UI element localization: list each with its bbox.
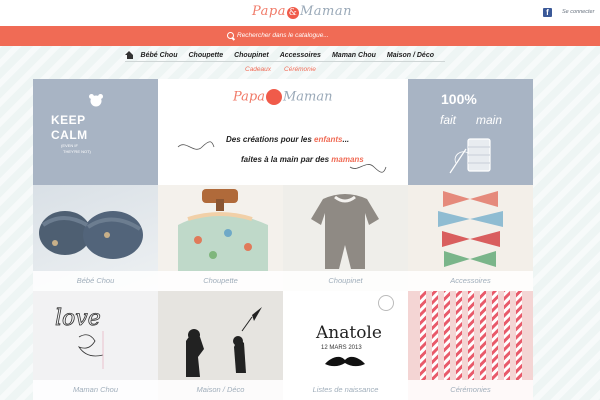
category-tile-maison-deco[interactable]: Maison / Déco — [158, 291, 283, 400]
category-tile-bebe-chou[interactable]: Bébé Chou — [33, 185, 158, 291]
hero-bear-icon — [266, 89, 282, 105]
silhouette-decal-image — [186, 307, 262, 377]
main-nav: Bébé Chou Choupette Choupinet Accessoire… — [0, 46, 600, 62]
logo-maman: Maman — [300, 4, 353, 19]
fait-main-tile: 100% fait main — [408, 79, 533, 185]
home-icon[interactable] — [125, 50, 133, 60]
tagline-line2: faites à la main par des mamans — [241, 155, 364, 164]
nav-item-maison-deco[interactable]: Maison / Déco — [387, 52, 434, 59]
logo-papa: Papa — [252, 4, 286, 19]
facebook-icon[interactable]: f — [543, 8, 552, 17]
hero-logo-papa: Papa — [233, 89, 265, 105]
category-tile-choupette[interactable]: Choupette — [158, 185, 283, 291]
stamp-icon — [378, 295, 394, 311]
category-tile-ceremonies[interactable]: Cérémonies — [408, 291, 533, 400]
tile-caption: Choupinet — [283, 271, 408, 291]
mustache-icon — [325, 356, 365, 367]
hundred-percent-text: 100% — [441, 91, 477, 107]
keep-text: KEEP — [51, 113, 86, 127]
hero-logo: Papa Maman — [233, 89, 333, 105]
fait-text: fait — [440, 113, 457, 127]
calm-text: CALM — [51, 128, 88, 142]
category-tile-choupinet[interactable]: Choupinet — [283, 185, 408, 291]
category-tile-listes-naissance[interactable]: Anatole 12 MARS 2013 Listes de naissance — [283, 291, 408, 400]
category-tile-maman-chou[interactable]: love Maman Chou — [33, 291, 158, 400]
sub-nav: Cadeaux Cérémonie — [245, 66, 329, 73]
search-bar[interactable]: Rechercher dans le catalogue... — [0, 26, 600, 46]
tile-caption: Choupette — [158, 271, 283, 291]
nav-divider — [125, 61, 445, 62]
subnav-item-cadeaux[interactable]: Cadeaux — [245, 66, 271, 73]
wire-love-image: love — [55, 306, 104, 369]
tile-caption: Maman Chou — [33, 380, 158, 400]
thread-spool-icon — [449, 138, 491, 174]
swirl-left-icon — [177, 141, 215, 150]
nav-item-accessoires[interactable]: Accessoires — [280, 52, 321, 59]
baby-romper-image — [311, 194, 379, 269]
search-input[interactable]: Rechercher dans le catalogue... — [237, 32, 329, 39]
nav-item-maman-chou[interactable]: Maman Chou — [332, 52, 376, 59]
tile-caption: Bébé Chou — [33, 271, 158, 291]
tile-caption: Listes de naissance — [283, 380, 408, 400]
hero-logo-maman: Maman — [283, 89, 333, 105]
login-link[interactable]: Se connecter — [562, 9, 594, 15]
nav-item-bebe-chou[interactable]: Bébé Chou — [141, 52, 178, 59]
category-grid: KEEP CALM (EVEN IF THEY'RE NOT) Papa Mama… — [33, 79, 533, 400]
keep-calm-tile: KEEP CALM (EVEN IF THEY'RE NOT) — [33, 79, 158, 185]
theyre-not-text: THEY'RE NOT) — [63, 149, 91, 154]
nav-item-choupinet[interactable]: Choupinet — [234, 52, 269, 59]
subnav-item-ceremonie[interactable]: Cérémonie — [284, 66, 316, 73]
main-text: main — [476, 113, 503, 127]
tile-caption: Maison / Déco — [158, 380, 283, 400]
site-logo[interactable]: Papa & Maman — [252, 4, 352, 19]
top-header: Papa & Maman f Se connecter — [0, 0, 600, 26]
floral-dress-image — [178, 189, 268, 271]
tagline-line1: Des créations pour les enfants... — [226, 135, 350, 144]
svg-text:love: love — [55, 306, 101, 331]
hero-banner: Papa Maman Des créations pour les enfants… — [158, 79, 408, 185]
even-if-text: (EVEN IF — [61, 143, 78, 148]
tile-caption: Cérémonies — [408, 380, 533, 400]
baby-shoes-image — [39, 211, 143, 259]
tile-caption: Accessoires — [408, 271, 533, 291]
name-text: Anatole — [316, 323, 382, 343]
date-text: 12 MARS 2013 — [321, 345, 362, 351]
paper-straws-image — [420, 291, 522, 380]
bow-ties-image — [438, 191, 503, 267]
bear-icon — [89, 94, 103, 107]
logo-bear-icon: & — [287, 7, 299, 19]
nav-item-choupette[interactable]: Choupette — [188, 52, 223, 59]
search-icon — [227, 32, 234, 39]
category-tile-accessoires[interactable]: Accessoires — [408, 185, 533, 291]
